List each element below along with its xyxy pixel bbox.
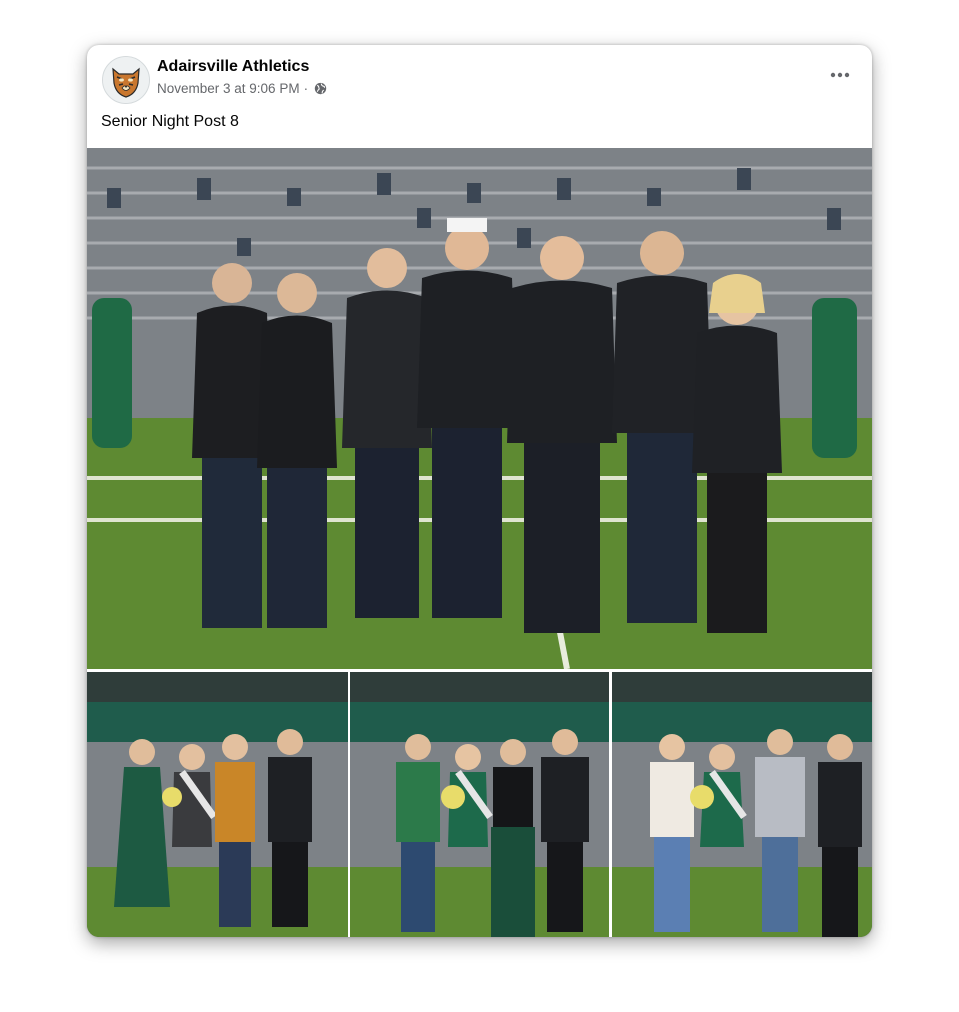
- meta-separator: ·: [303, 81, 309, 96]
- photo-honoree-1: [87, 672, 348, 937]
- honoree-photo-1[interactable]: [87, 672, 348, 937]
- page-avatar[interactable]: [102, 56, 150, 104]
- honoree-photo-3[interactable]: [612, 672, 872, 937]
- honoree-photo-2[interactable]: [350, 672, 609, 937]
- post-caption: Senior Night Post 8: [101, 113, 239, 130]
- more-options-icon: [830, 72, 850, 78]
- post-timestamp[interactable]: November 3 at 9:06 PM: [157, 81, 300, 96]
- facebook-post-card: Adairsville Athletics November 3 at 9:06…: [87, 45, 872, 937]
- photo-staff-group: [87, 148, 872, 669]
- post-header: Adairsville Athletics November 3 at 9:06…: [87, 45, 872, 145]
- globe-icon[interactable]: [314, 82, 327, 95]
- more-options-button[interactable]: [826, 65, 854, 85]
- post-meta: November 3 at 9:06 PM ·: [157, 81, 327, 96]
- photo-honoree-3: [612, 672, 872, 937]
- photo-grid: [87, 148, 872, 937]
- page-name-link[interactable]: Adairsville Athletics: [157, 58, 309, 76]
- main-group-photo[interactable]: [87, 148, 872, 669]
- photo-honoree-2: [350, 672, 609, 937]
- tiger-logo-icon: [103, 57, 149, 103]
